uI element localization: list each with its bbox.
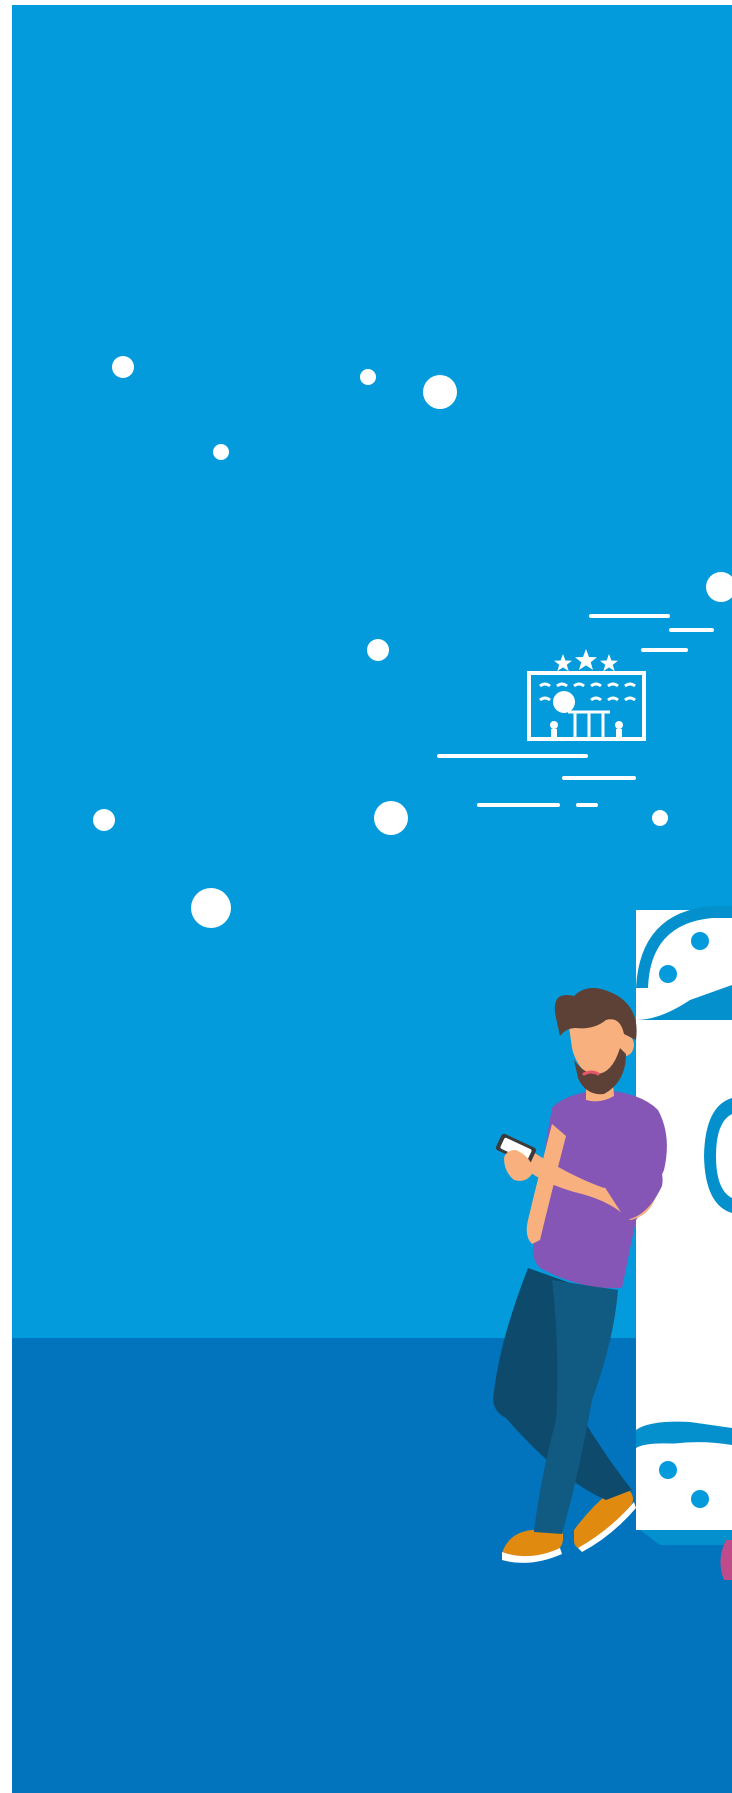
camera-dot <box>691 932 709 950</box>
camera-dot <box>659 1461 677 1479</box>
dot <box>191 888 231 928</box>
floor-background <box>12 1338 732 1793</box>
dot <box>367 639 389 661</box>
camera-dot <box>659 965 677 983</box>
dot <box>374 801 408 835</box>
dot <box>213 444 229 460</box>
dot <box>553 691 575 713</box>
phone-illustration <box>636 906 732 1580</box>
camera-dot <box>691 1490 709 1508</box>
dot <box>652 810 668 826</box>
dot <box>423 375 457 409</box>
dot <box>112 356 134 378</box>
dot <box>360 369 376 385</box>
dot <box>93 809 115 831</box>
illustration-canvas <box>0 0 732 1793</box>
